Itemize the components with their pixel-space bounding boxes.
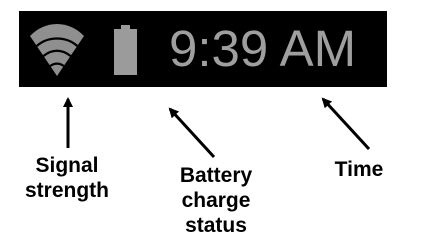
wifi-signal-icon	[30, 24, 84, 76]
clock-text: 9:39 AM	[169, 20, 357, 77]
status-bar: 9:39 AM	[19, 11, 387, 87]
signal-strength-label: Signal strength	[25, 154, 109, 202]
time-arrow	[321, 97, 371, 151]
battery-icon	[114, 25, 137, 75]
battery-arrow	[168, 107, 216, 159]
time-label: Time	[334, 158, 384, 181]
battery-charge-status-label: Battery charge status	[179, 164, 253, 237]
